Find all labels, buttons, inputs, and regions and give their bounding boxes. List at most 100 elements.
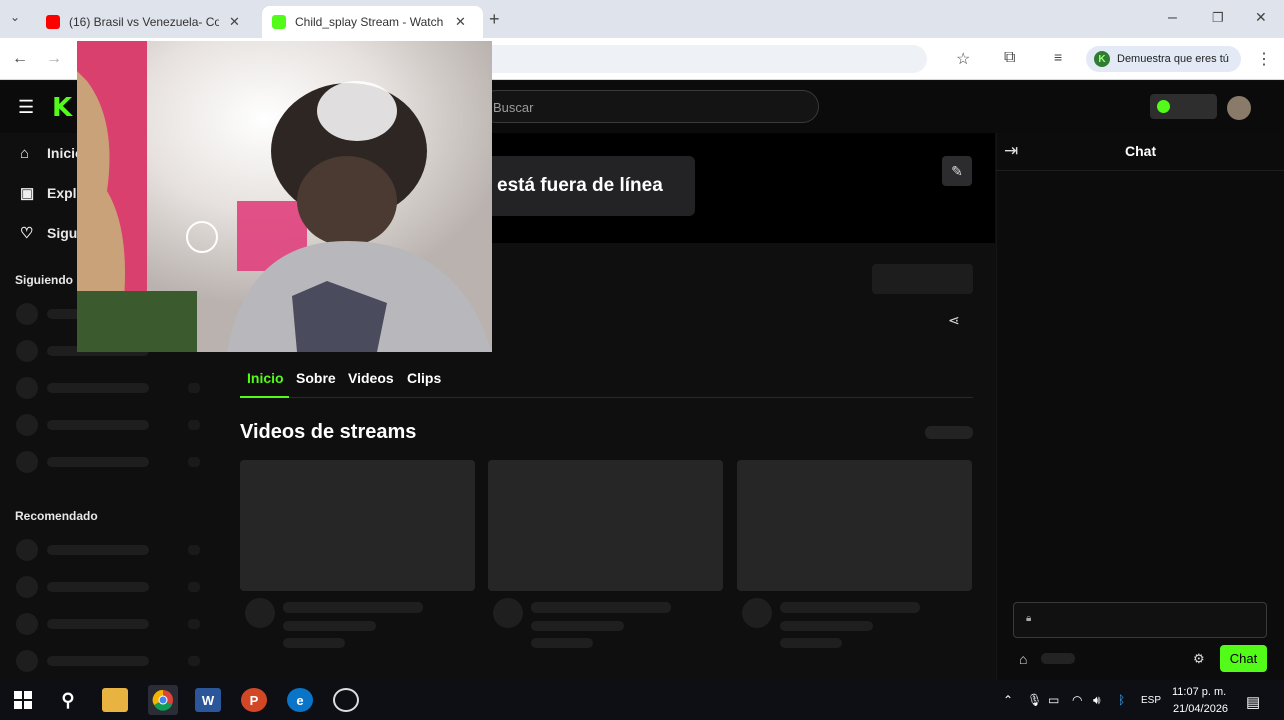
word-icon[interactable]: W <box>195 688 221 712</box>
skeleton-avatar <box>16 613 38 635</box>
tab-divider <box>240 397 973 398</box>
browser-menu-icon[interactable]: ⋮ <box>1256 49 1272 69</box>
chrome-icon[interactable] <box>148 685 178 715</box>
kick-logo[interactable]: K <box>52 93 72 123</box>
profile-avatar-icon: K <box>1094 51 1110 67</box>
skeleton-line <box>283 638 345 648</box>
tab-sobre[interactable]: Sobre <box>296 370 336 386</box>
section-recommended-title: Recomendado <box>15 509 98 523</box>
avatar[interactable] <box>1227 96 1251 120</box>
skeleton-avatar <box>16 414 38 436</box>
store-icon[interactable]: ⌂ <box>1019 651 1027 667</box>
collapse-chat-icon[interactable]: ⇥ <box>1004 141 1018 161</box>
skeleton-avatar <box>493 598 523 628</box>
browser-tab-kick[interactable]: Child_splay Stream - Watch Live ✕ <box>262 6 483 38</box>
video-card-skeleton[interactable] <box>488 460 723 591</box>
search-icon[interactable]: ⚲ <box>55 688 81 712</box>
video-card-skeleton[interactable] <box>240 460 475 591</box>
extensions-icon[interactable]: ⧉ <box>1004 49 1015 67</box>
address-bar[interactable] <box>492 45 927 73</box>
windows-start-icon[interactable] <box>10 688 36 712</box>
notifications-icon[interactable]: ▤ <box>1246 693 1260 711</box>
tab-videos[interactable]: Videos <box>348 370 394 386</box>
wifi-icon[interactable]: ◠ <box>1072 693 1082 707</box>
explore-icon: ▣ <box>20 185 35 202</box>
edge-icon[interactable]: e <box>287 688 313 712</box>
powerpoint-icon[interactable]: P <box>241 688 267 712</box>
bluetooth-icon[interactable]: ᛒ <box>1118 693 1125 707</box>
close-icon[interactable]: ✕ <box>229 14 240 30</box>
skeleton-line <box>47 619 149 629</box>
tab-clips[interactable]: Clips <box>407 370 441 386</box>
skeleton-avatar <box>742 598 772 628</box>
tab-inicio[interactable]: Inicio <box>247 370 284 386</box>
skeleton-line <box>47 383 149 393</box>
videos-section-title: Videos de streams <box>240 421 417 443</box>
bookmark-star-icon[interactable]: ☆ <box>956 49 970 69</box>
gear-icon[interactable]: ⚙ <box>1193 651 1205 667</box>
browser-tab-youtube[interactable]: (16) Brasil vs Venezuela- Copa A ✕ <box>36 6 258 38</box>
store-skeleton <box>1041 653 1075 664</box>
chat-input[interactable] <box>1013 602 1267 638</box>
sidebar-item-inicio[interactable]: ⌂ Inicio <box>20 141 84 165</box>
kick-icon <box>272 15 286 29</box>
section-following-title: Siguiendo <box>15 273 73 287</box>
skeleton-avatar <box>16 303 38 325</box>
skeleton-avatar <box>16 340 38 362</box>
volume-icon[interactable]: 🔊︎ <box>1093 693 1101 708</box>
skeleton-line <box>47 545 149 555</box>
skeleton-avatar <box>16 451 38 473</box>
media-control-icon[interactable]: ≡ <box>1054 49 1062 65</box>
windows-taskbar <box>0 680 1284 720</box>
tab-search-chevron-icon[interactable]: ⌄ <box>10 10 20 24</box>
obs-recorder-icon[interactable] <box>333 688 359 712</box>
profile-chip[interactable]: K Demuestra que eres tú <box>1086 46 1241 72</box>
new-tab-button[interactable]: + <box>489 9 500 30</box>
home-icon: ⌂ <box>20 144 30 162</box>
follow-button-skeleton <box>872 264 973 294</box>
microphone-icon[interactable]: 🎙︎ <box>1027 693 1042 707</box>
share-icon[interactable]: ⋖ <box>948 312 960 329</box>
file-explorer-icon[interactable] <box>102 688 128 712</box>
minimize-button[interactable]: – <box>1168 9 1177 27</box>
skeleton-dot <box>188 619 200 629</box>
skeleton-dot <box>188 656 200 666</box>
webcam-overlay <box>77 41 492 352</box>
close-icon[interactable]: ✕ <box>455 14 466 30</box>
edit-pencil-icon[interactable]: ✎ <box>942 156 972 186</box>
skeleton-line <box>531 621 624 631</box>
tab-title: (16) Brasil vs Venezuela- Copa A <box>69 15 219 29</box>
video-card-skeleton[interactable] <box>737 460 972 591</box>
skeleton-line <box>780 602 920 613</box>
skeleton-line <box>283 621 376 631</box>
skeleton-avatar <box>16 539 38 561</box>
skeleton-avatar <box>245 598 275 628</box>
profile-chip-label: Demuestra que eres tú <box>1117 53 1229 65</box>
skeleton-dot <box>188 383 200 393</box>
skeleton-avatar <box>16 576 38 598</box>
skeleton-line <box>283 602 423 613</box>
hamburger-menu-icon[interactable]: ☰ <box>18 97 34 118</box>
active-tab-indicator <box>240 396 289 398</box>
skeleton-avatar <box>16 650 38 672</box>
network-icon[interactable]: ▭ <box>1048 693 1059 707</box>
chat-send-button[interactable]: Chat <box>1220 645 1267 672</box>
skeleton-line <box>780 621 873 631</box>
back-arrow-icon[interactable]: ← <box>12 50 28 68</box>
tab-title: Child_splay Stream - Watch Live <box>295 15 445 29</box>
chat-panel <box>996 133 1284 680</box>
language-indicator[interactable]: ESP <box>1141 695 1161 706</box>
lock-icon: 🔒︎ <box>1026 613 1032 624</box>
window-close-button[interactable]: ✕ <box>1255 9 1267 26</box>
maximize-button[interactable]: ❐ <box>1212 10 1224 26</box>
search-input[interactable]: Buscar <box>480 90 819 123</box>
clock-time[interactable]: 11:07 p. m. <box>1172 686 1226 698</box>
skeleton-line <box>47 656 149 666</box>
chevron-up-icon[interactable]: ⌃ <box>1003 693 1013 707</box>
heart-icon: ♡ <box>20 225 34 242</box>
skeleton-dot <box>188 582 200 592</box>
clock-date[interactable]: 21/04/2026 <box>1173 703 1228 715</box>
forward-arrow-icon[interactable]: → <box>46 50 62 68</box>
skeleton-line <box>780 638 842 648</box>
login-button[interactable] <box>1150 94 1217 119</box>
